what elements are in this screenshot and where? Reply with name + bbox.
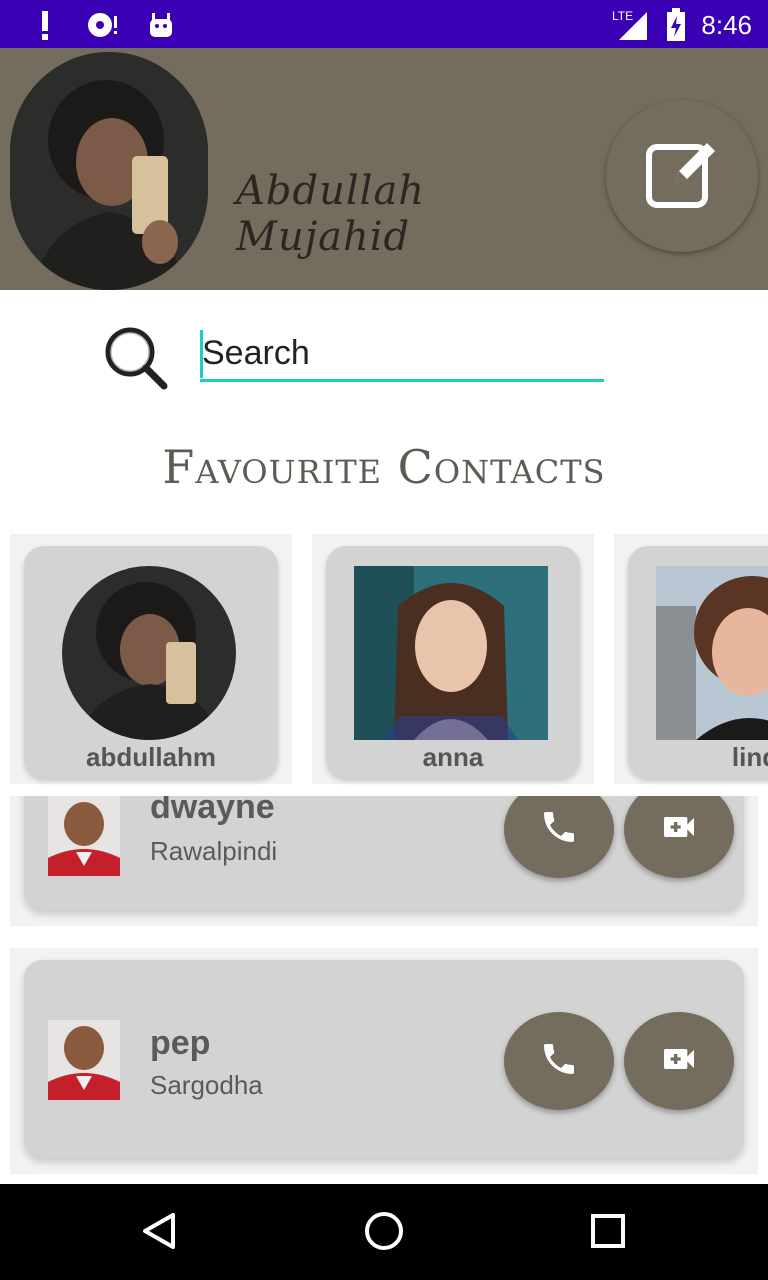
favourite-name: anna bbox=[422, 742, 484, 772]
search-icon bbox=[102, 324, 170, 392]
home-button[interactable] bbox=[359, 1208, 409, 1258]
favourite-card[interactable]: anna bbox=[326, 546, 580, 778]
favourite-avatar bbox=[354, 566, 548, 740]
text-cursor bbox=[200, 330, 203, 378]
profile-name: Abdullah Mujahid bbox=[236, 168, 426, 260]
status-time: 8:46 bbox=[701, 9, 752, 40]
phone-icon bbox=[539, 1039, 579, 1084]
favourite-avatar bbox=[656, 566, 768, 740]
contact-list-item[interactable]: pep Sargodha bbox=[10, 948, 758, 1174]
video-call-icon bbox=[659, 807, 699, 852]
favourite-name: lind bbox=[731, 742, 768, 772]
call-button[interactable] bbox=[504, 796, 614, 878]
video-call-button[interactable] bbox=[624, 1012, 734, 1110]
favourite-card[interactable]: abdullahm bbox=[24, 546, 278, 778]
svg-text:LTE: LTE bbox=[612, 9, 633, 23]
contact-name: dwayne bbox=[150, 796, 275, 826]
video-call-icon bbox=[659, 1039, 699, 1084]
home-icon bbox=[363, 1210, 405, 1257]
status-bar: LTE 8:46 bbox=[0, 0, 768, 48]
favourite-card[interactable]: lind bbox=[628, 546, 768, 778]
edit-profile-button[interactable] bbox=[606, 100, 758, 252]
contact-list-item[interactable]: dwayne Rawalpindi bbox=[10, 796, 758, 926]
favourite-name: abdullahm bbox=[85, 742, 216, 772]
contact-city: Rawalpindi bbox=[150, 836, 278, 866]
profile-avatar[interactable] bbox=[10, 52, 208, 290]
back-button[interactable] bbox=[134, 1208, 184, 1258]
favourite-avatar bbox=[62, 566, 236, 740]
phone-icon bbox=[539, 807, 579, 852]
android-icon bbox=[144, 8, 178, 42]
edit-icon bbox=[645, 137, 719, 216]
navigation-bar bbox=[0, 1184, 768, 1280]
contact-card[interactable]: pep Sargodha bbox=[24, 960, 744, 1158]
signal-icon: LTE bbox=[611, 8, 651, 42]
battery-charging-icon bbox=[665, 8, 687, 42]
favourite-cell: lind bbox=[614, 534, 768, 784]
favourites-carousel[interactable]: abdullahm anna lin bbox=[0, 534, 768, 786]
media-icon bbox=[86, 8, 120, 42]
contact-city: Sargodha bbox=[150, 1070, 263, 1100]
recents-icon bbox=[590, 1213, 626, 1254]
call-button[interactable] bbox=[504, 1012, 614, 1110]
favourite-cell: abdullahm bbox=[10, 534, 292, 784]
contact-card[interactable]: dwayne Rawalpindi bbox=[24, 796, 744, 910]
back-icon bbox=[139, 1211, 179, 1256]
favourite-cell: anna bbox=[312, 534, 594, 784]
recents-button[interactable] bbox=[583, 1208, 633, 1258]
contact-name: pep bbox=[150, 1024, 211, 1062]
alert-icon bbox=[28, 8, 62, 42]
contact-avatar bbox=[48, 1020, 120, 1100]
video-call-button[interactable] bbox=[624, 796, 734, 878]
search-input[interactable] bbox=[200, 328, 604, 382]
contact-avatar bbox=[48, 796, 120, 876]
favourites-heading: Favourite Contacts bbox=[162, 440, 606, 494]
